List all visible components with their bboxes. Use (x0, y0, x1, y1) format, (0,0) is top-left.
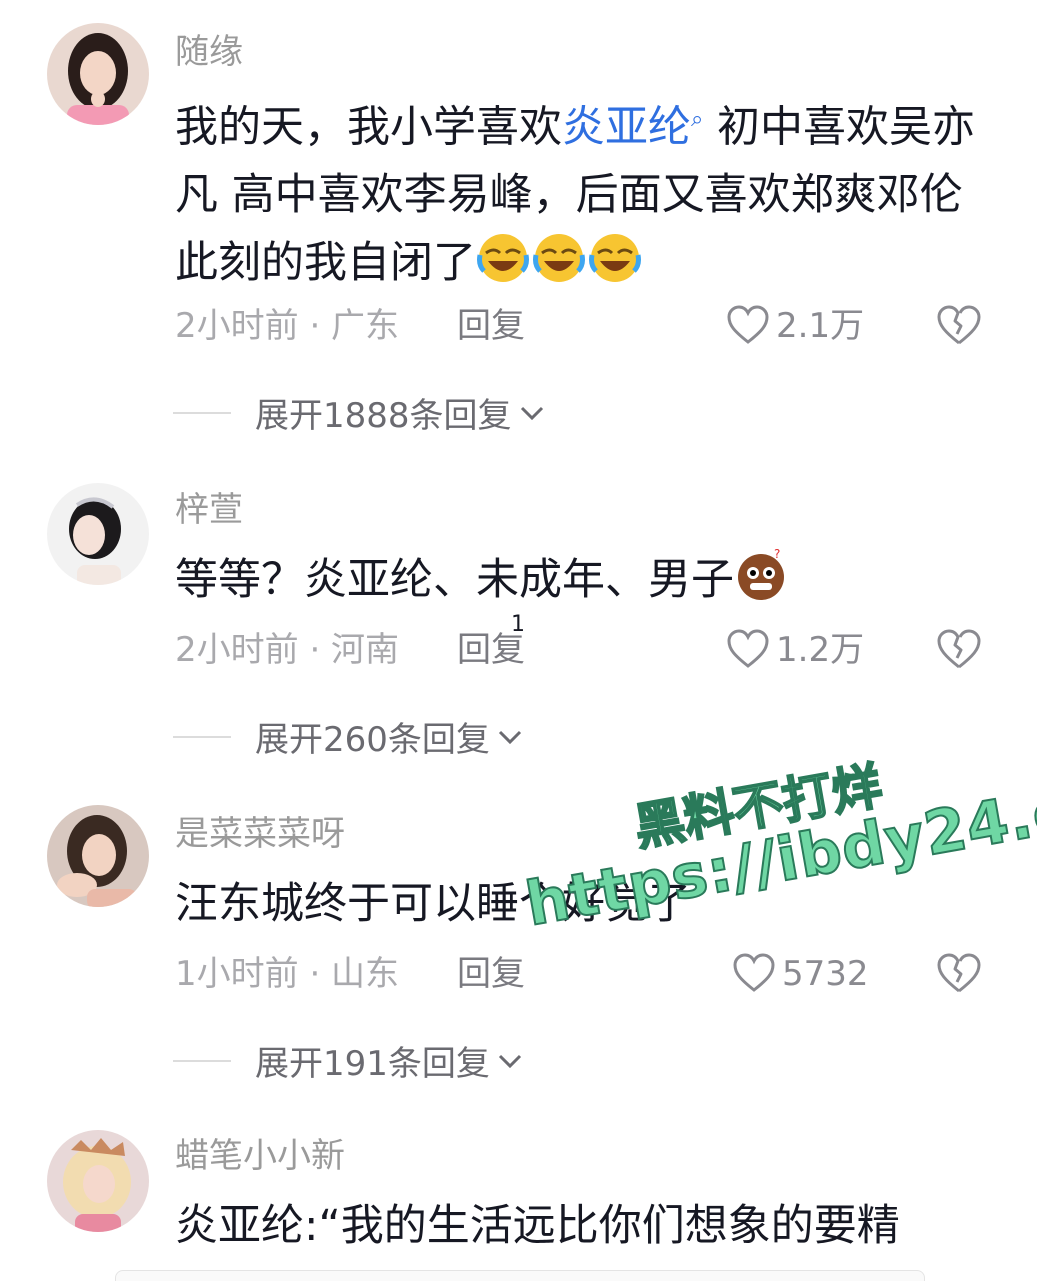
username[interactable]: 梓萱 (175, 490, 243, 530)
bottom-input-bar[interactable] (115, 1270, 925, 1281)
comment-text: 炎亚纶:“我的生活远比你们想象的要精 (175, 1192, 1005, 1260)
dislike-button[interactable] (936, 952, 982, 998)
username[interactable]: 随缘 (175, 32, 243, 72)
broken-heart-icon (937, 629, 981, 669)
chevron-down-icon (520, 406, 543, 420)
search-icon[interactable]: ⌕ (691, 107, 703, 132)
dislike-button[interactable] (936, 304, 982, 350)
comment-text-body: 炎亚纶:“我的生活远比你们想象的要精 (175, 1201, 900, 1251)
chevron-down-icon (498, 730, 521, 744)
avatar[interactable] (47, 1130, 149, 1232)
expand-replies-label: 展开191条回复 (255, 1044, 490, 1084)
like-count: 2.1万 (776, 306, 865, 346)
dislike-button[interactable] (936, 628, 982, 674)
username[interactable]: 是菜菜菜呀 (175, 814, 345, 854)
like-button[interactable]: 5732 (732, 952, 869, 996)
expand-replies-button[interactable]: 展开260条回复 (173, 712, 524, 760)
divider-line (173, 735, 231, 738)
confused-face-emoji: ? (738, 548, 784, 600)
rolling-laugh-emoji (533, 234, 585, 283)
rolling-laugh-emoji (477, 234, 529, 283)
like-count: 1.2万 (776, 630, 865, 670)
comment-text: 等等？炎亚纶、未成年、男子? (175, 546, 1005, 614)
avatar[interactable] (47, 805, 149, 907)
rolling-laugh-emoji (589, 234, 641, 283)
broken-heart-icon (937, 953, 981, 993)
comment-text-body: 等等？炎亚纶、未成年、男子 (175, 555, 734, 605)
reply-button[interactable]: 回复 (457, 306, 525, 346)
heart-icon (727, 629, 769, 668)
heart-icon (733, 953, 775, 992)
comment-text: 我的天，我小学喜欢炎亚纶⌕ 初中喜欢吴亦凡 高中喜欢李易峰，后面又喜欢郑爽邓伦 … (175, 86, 1005, 297)
broken-heart-icon (937, 305, 981, 345)
reply-button[interactable]: 回复 (457, 954, 525, 994)
like-button[interactable]: 1.2万 (726, 628, 864, 672)
expand-replies-button[interactable]: 展开1888条回复 (173, 388, 546, 436)
comment-time-location: 1小时前 · 山东 (175, 954, 400, 994)
divider-line (173, 411, 231, 414)
chevron-down-icon (498, 1054, 521, 1068)
expand-replies-label: 展开1888条回复 (255, 396, 512, 436)
comment-text: 汪东城终于可以睡个好觉了 (175, 870, 1005, 938)
comment-text-before: 我的天，我小学喜欢 (175, 102, 562, 153)
comment-time-location: 2小时前 · 广东 (175, 306, 400, 346)
reply-button[interactable]: 回复 (457, 630, 525, 670)
watermark-title: 黑料不打烊 (629, 756, 887, 859)
username[interactable]: 蜡笔小小新 (175, 1136, 345, 1176)
comment-text-body: 汪东城终于可以睡个好觉了 (175, 879, 691, 929)
heart-icon (727, 305, 769, 344)
search-link[interactable]: 炎亚纶 (562, 102, 691, 152)
like-count: 5732 (782, 954, 869, 994)
avatar[interactable] (47, 23, 149, 125)
divider-line (173, 1059, 231, 1062)
expand-replies-button[interactable]: 展开191条回复 (173, 1036, 524, 1084)
avatar[interactable] (47, 483, 149, 585)
svg-text:?: ? (774, 548, 780, 561)
expand-replies-label: 展开260条回复 (255, 720, 490, 760)
comment-time-location: 2小时前 · 河南 (175, 630, 400, 670)
like-button[interactable]: 2.1万 (726, 304, 864, 348)
